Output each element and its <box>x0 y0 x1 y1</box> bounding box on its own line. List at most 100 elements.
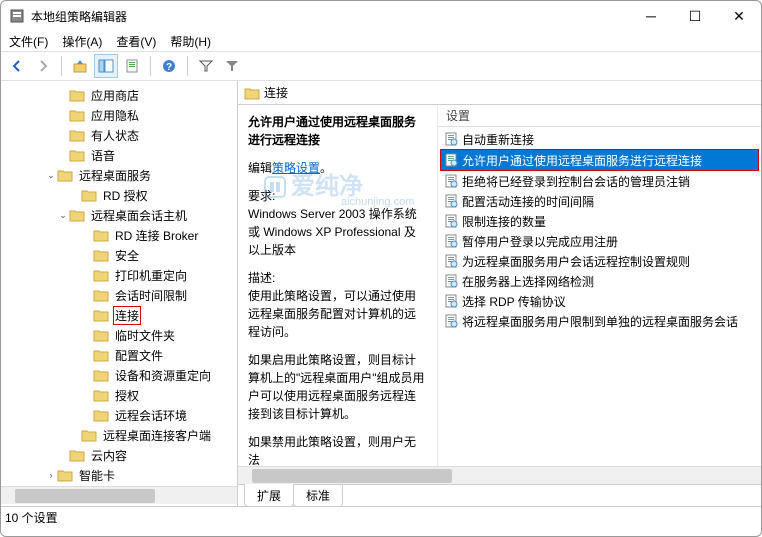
menu-file[interactable]: 文件(F) <box>9 33 48 50</box>
setting-item[interactable]: 将远程桌面服务用户限制到单独的远程桌面服务会话 <box>440 311 759 331</box>
settings-list[interactable]: 自动重新连接允许用户通过使用远程桌面服务进行远程连接拒绝将已经登录到控制台会话的… <box>438 127 761 333</box>
setting-label: 拒绝将已经登录到控制台会话的管理员注销 <box>462 173 690 190</box>
tree-item[interactable]: 设备和资源重定向 <box>1 365 237 385</box>
detail-title: 允许用户通过使用远程桌面服务进行远程连接 <box>248 113 427 149</box>
tree-label: 远程桌面会话主机 <box>89 206 189 225</box>
tree-item[interactable]: 连接 <box>1 305 237 325</box>
tree-expand-icon[interactable]: ⌄ <box>57 209 69 221</box>
settings-column-header[interactable]: 设置 <box>438 105 761 127</box>
setting-label: 限制连接的数量 <box>462 213 546 230</box>
setting-label: 自动重新连接 <box>462 131 534 148</box>
menu-view[interactable]: 查看(V) <box>116 33 156 50</box>
right-panel: 连接 允许用户通过使用远程桌面服务进行远程连接 编辑策略设置。 要求: Wind… <box>238 81 761 506</box>
tree-expand-icon[interactable] <box>57 129 69 141</box>
tree-scrollbar-h[interactable] <box>1 486 237 504</box>
tree-expand-icon[interactable] <box>69 189 81 201</box>
svg-text:?: ? <box>166 62 172 73</box>
tab-extended[interactable]: 扩展 <box>244 484 294 507</box>
menu-help[interactable]: 帮助(H) <box>170 33 211 50</box>
tree-expand-icon[interactable] <box>69 429 81 441</box>
tree-label: 智能卡 <box>77 466 117 485</box>
tree-item[interactable]: ⌄ 远程桌面会话主机 <box>1 205 237 225</box>
tree-label: RD 授权 <box>101 186 150 205</box>
show-hide-tree-button[interactable] <box>94 54 118 78</box>
tree-item[interactable]: 打印机重定向 <box>1 265 237 285</box>
tree-item[interactable]: 临时文件夹 <box>1 325 237 345</box>
setting-item[interactable]: 配置活动连接的时间间隔 <box>440 191 759 211</box>
tree-item[interactable]: RD 连接 Broker <box>1 225 237 245</box>
tree-item[interactable]: ⌄ 远程桌面服务 <box>1 165 237 185</box>
tree-expand-icon[interactable] <box>81 269 93 281</box>
tree-expand-icon[interactable] <box>81 349 93 361</box>
back-button[interactable] <box>5 54 29 78</box>
minimize-button[interactable]: ─ <box>629 1 673 31</box>
tree-item[interactable]: 云内容 <box>1 445 237 465</box>
tree-expand-icon[interactable]: › <box>45 469 57 481</box>
setting-label: 选择 RDP 传输协议 <box>462 293 566 310</box>
tree-label: 授权 <box>113 386 141 405</box>
main-area: 应用商店应用隐私有人状态语音 ⌄ 远程桌面服务RD 授权 ⌄ 远程桌面会话主机RD 连接… <box>1 81 761 506</box>
description-p1: 使用此策略设置，可以通过使用远程桌面服务配置对计算机的远程访问。 <box>248 287 427 341</box>
tree-item[interactable]: 远程桌面连接客户端 <box>1 425 237 445</box>
setting-item[interactable]: 拒绝将已经登录到控制台会话的管理员注销 <box>440 171 759 191</box>
tree-label: 会话时间限制 <box>113 286 189 305</box>
tree-item[interactable]: 远程会话环境 <box>1 405 237 425</box>
tree-expand-icon[interactable] <box>81 369 93 381</box>
tree-item[interactable]: 配置文件 <box>1 345 237 365</box>
tree-expand-icon[interactable] <box>57 109 69 121</box>
filter-options-button[interactable] <box>194 54 218 78</box>
setting-label: 允许用户通过使用远程桌面服务进行远程连接 <box>462 152 702 169</box>
setting-item[interactable]: 限制连接的数量 <box>440 211 759 231</box>
tree-expand-icon[interactable] <box>81 389 93 401</box>
tree-expand-icon[interactable]: ⌄ <box>45 169 57 181</box>
setting-item[interactable]: 自动重新连接 <box>440 129 759 149</box>
setting-item[interactable]: 选择 RDP 传输协议 <box>440 291 759 311</box>
tree-label: 语音 <box>89 146 117 165</box>
tree-item[interactable]: 应用隐私 <box>1 105 237 125</box>
tree-expand-icon[interactable] <box>57 449 69 461</box>
tree[interactable]: 应用商店应用隐私有人状态语音 ⌄ 远程桌面服务RD 授权 ⌄ 远程桌面会话主机RD 连接… <box>1 81 237 486</box>
setting-item[interactable]: 为远程桌面服务用户会话远程控制设置规则 <box>440 251 759 271</box>
tree-item[interactable]: RD 授权 <box>1 185 237 205</box>
tree-item[interactable]: 授权 <box>1 385 237 405</box>
tree-panel: 应用商店应用隐私有人状态语音 ⌄ 远程桌面服务RD 授权 ⌄ 远程桌面会话主机RD 连接… <box>1 81 238 506</box>
help-button[interactable]: ? <box>157 54 181 78</box>
up-button[interactable] <box>68 54 92 78</box>
tree-expand-icon[interactable] <box>81 229 93 241</box>
tree-item[interactable]: 应用商店 <box>1 85 237 105</box>
setting-item[interactable]: 暂停用户登录以完成应用注册 <box>440 231 759 251</box>
close-button[interactable]: ✕ <box>717 1 761 31</box>
tree-expand-icon[interactable] <box>57 149 69 161</box>
tab-standard[interactable]: 标准 <box>293 485 343 507</box>
tree-label: 云内容 <box>89 446 129 465</box>
tree-label: 有人状态 <box>89 126 141 145</box>
tree-item[interactable]: › 智能卡 <box>1 465 237 485</box>
forward-button[interactable] <box>31 54 55 78</box>
maximize-button[interactable]: ☐ <box>673 1 717 31</box>
tree-expand-icon[interactable] <box>57 89 69 101</box>
description-p3: 如果禁用此策略设置，则用户无法 <box>248 433 427 466</box>
tree-item[interactable]: 会话时间限制 <box>1 285 237 305</box>
menu-action[interactable]: 操作(A) <box>62 33 102 50</box>
tree-item[interactable]: 安全 <box>1 245 237 265</box>
titlebar: 本地组策略编辑器 ─ ☐ ✕ <box>1 1 761 31</box>
setting-item[interactable]: 在服务器上选择网络检测 <box>440 271 759 291</box>
watermark-logo-icon <box>261 173 289 201</box>
tree-item[interactable]: 语音 <box>1 145 237 165</box>
app-icon <box>9 8 25 24</box>
setting-item[interactable]: 允许用户通过使用远程桌面服务进行远程连接 <box>440 149 759 171</box>
properties-button[interactable] <box>120 54 144 78</box>
tree-label: 设备和资源重定向 <box>113 366 213 385</box>
window-title: 本地组策略编辑器 <box>31 8 629 25</box>
tree-expand-icon[interactable] <box>81 309 93 321</box>
content-scrollbar-h[interactable] <box>238 466 761 484</box>
tree-expand-icon[interactable] <box>81 329 93 341</box>
tree-expand-icon[interactable] <box>81 249 93 261</box>
tree-label: 远程桌面服务 <box>77 166 153 185</box>
tree-item[interactable]: 有人状态 <box>1 125 237 145</box>
filter-button[interactable] <box>220 54 244 78</box>
tree-label: 远程桌面连接客户端 <box>101 426 213 445</box>
tree-label: 安全 <box>113 246 141 265</box>
tree-expand-icon[interactable] <box>81 409 93 421</box>
tree-expand-icon[interactable] <box>81 289 93 301</box>
